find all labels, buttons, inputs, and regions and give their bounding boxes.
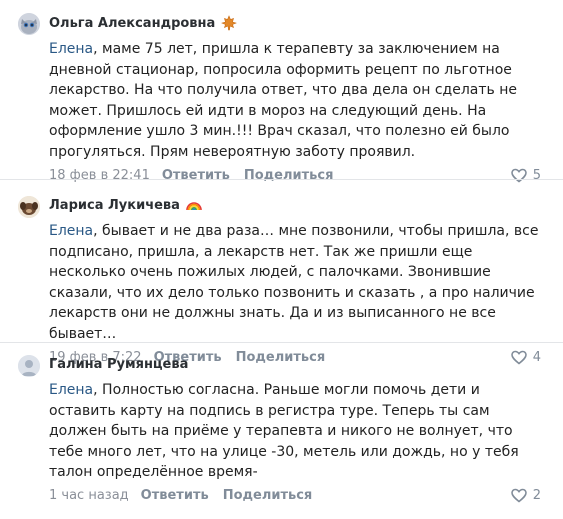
comment-text: Елена, бывает и не два раза… мне позвони…	[49, 223, 539, 342]
default-user-avatar-icon	[18, 355, 40, 377]
heart-icon	[510, 489, 527, 503]
avatar[interactable]	[18, 13, 40, 35]
comment-text: Елена, маме 75 лет, пришла к терапевту з…	[49, 41, 517, 160]
dog-avatar-icon	[18, 196, 40, 218]
avatar[interactable]	[18, 355, 40, 377]
comment: Галина Румянцева Елена, Полностью соглас…	[0, 343, 563, 519]
author-name[interactable]: Галина Румянцева	[49, 357, 188, 372]
author-name[interactable]: Ольга Александровна	[49, 16, 215, 31]
like-count: 2	[532, 488, 541, 504]
comment: Лариса Лукичева Елена, бывает и не два р…	[0, 180, 563, 365]
comment-text: Елена, Полностью согласна. Раньше могли …	[49, 382, 519, 481]
reply-button[interactable]: Ответить	[141, 488, 209, 503]
comment: Ольга Александровна Елена, маме 75 лет, …	[0, 0, 563, 183]
cat-avatar-icon	[18, 13, 40, 35]
mention-link[interactable]: Елена	[49, 223, 93, 239]
share-button[interactable]: Поделиться	[223, 488, 313, 503]
avatar[interactable]	[18, 196, 40, 218]
author-name[interactable]: Лариса Лукичева	[49, 198, 180, 213]
comment-date[interactable]: 1 час назад	[49, 488, 129, 503]
rainbow-icon	[186, 197, 202, 213]
like-button[interactable]: 2	[510, 488, 541, 504]
maple-leaf-icon	[221, 15, 238, 31]
mention-link[interactable]: Елена	[49, 382, 93, 398]
mention-link[interactable]: Елена	[49, 41, 93, 57]
